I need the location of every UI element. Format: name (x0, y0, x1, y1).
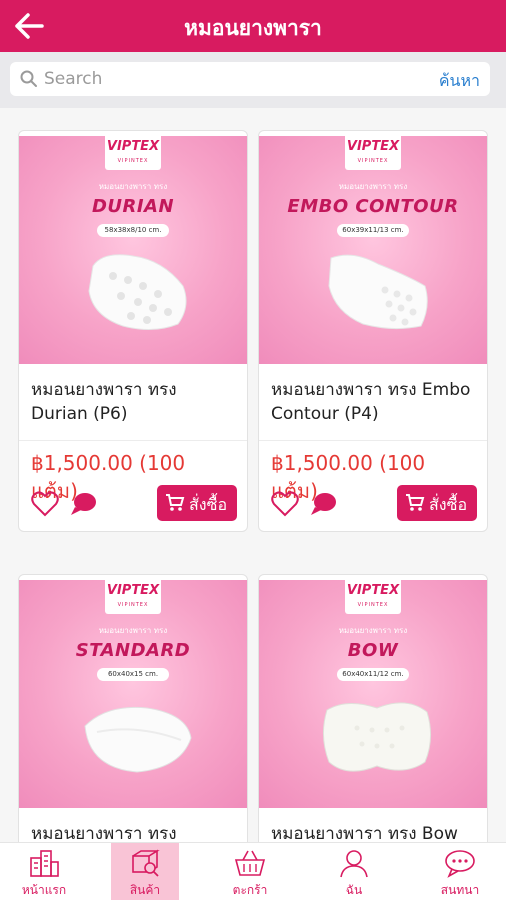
heart-icon[interactable] (31, 491, 59, 517)
app-header: หมอนยางพารา (0, 0, 506, 52)
image-model-name: EMBO CONTOUR (287, 196, 459, 217)
image-caption: หมอนยางพารา ทรง (338, 626, 408, 635)
product-card[interactable]: VIPTEX VIPINTEX หมอนยางพารา ทรง DURIAN 5… (18, 130, 248, 532)
brand-logo: VIPTEX VIPINTEX (105, 136, 161, 170)
product-name[interactable]: หมอนยางพารา ทรง Bow (259, 808, 487, 842)
card-actions: สั่งซื้อ (19, 485, 247, 531)
nav-chat[interactable]: สนทนา (426, 843, 494, 900)
heart-icon[interactable] (271, 491, 299, 517)
cart-icon (165, 493, 185, 513)
search-icon (20, 70, 38, 88)
nav-basket[interactable]: ตะกร้า (216, 843, 284, 900)
nav-products-label: สินค้า (129, 883, 161, 897)
nav-chat-label: สนทนา (440, 883, 480, 897)
image-size-label: 60x40x11/12 cm. (337, 668, 409, 681)
nav-home[interactable]: หน้าแรก (10, 843, 78, 900)
nav-home-label: หน้าแรก (21, 883, 67, 897)
image-model-name: DURIAN (91, 196, 175, 217)
product-image[interactable]: VIPTEX VIPINTEX หมอนยางพารา ทรง STANDARD… (19, 580, 247, 808)
brand-logo: VIPTEX VIPINTEX (105, 580, 161, 614)
product-name[interactable]: หมอนยางพารา ทรง Standard (19, 808, 247, 842)
product-grid: VIPTEX VIPINTEX หมอนยางพารา ทรง DURIAN 5… (0, 108, 506, 842)
pillow-illustration (84, 706, 192, 773)
image-caption: หมอนยางพารา ทรง (338, 182, 408, 191)
order-button[interactable]: สั่งซื้อ (157, 485, 237, 521)
image-size-label: 60x39x11/13 cm. (337, 224, 409, 237)
image-model-name: STANDARD (75, 640, 191, 661)
page-title: หมอนยางพารา (184, 16, 322, 40)
pillow-illustration (328, 254, 428, 330)
product-card[interactable]: VIPTEX VIPINTEX หมอนยางพารา ทรง BOW 60x4… (258, 574, 488, 842)
search-button[interactable]: ค้นหา (439, 69, 480, 94)
search-box: ค้นหา (10, 62, 490, 96)
chat-bubble-icon[interactable] (309, 491, 337, 517)
card-actions: สั่งซื้อ (259, 485, 487, 531)
chat-bubble-icon[interactable] (69, 491, 97, 517)
search-input[interactable] (44, 66, 424, 92)
product-image[interactable]: VIPTEX VIPINTEX หมอนยางพารา ทรง BOW 60x4… (259, 580, 487, 808)
product-image[interactable]: VIPTEX VIPINTEX หมอนยางพารา ทรง DURIAN 5… (19, 136, 247, 364)
pillow-illustration (88, 254, 187, 330)
product-price: ฿1,500.00 (100 แต้ม) (31, 451, 186, 503)
basket-icon (233, 848, 267, 878)
nav-me[interactable]: ฉัน (320, 843, 388, 900)
bottom-nav: หน้าแรก สินค้า ตะกร้า ฉัน สนทนา (0, 842, 506, 900)
product-card[interactable]: VIPTEX VIPINTEX หมอนยางพารา ทรง EMBO CON… (258, 130, 488, 532)
image-caption: หมอนยางพารา ทรง (98, 182, 168, 191)
nav-products[interactable]: สินค้า (111, 843, 179, 900)
order-button-label: สั่งซื้อ (189, 495, 228, 514)
product-price: ฿1,500.00 (100 แต้ม) (271, 451, 426, 503)
image-model-name: BOW (347, 640, 399, 661)
order-button[interactable]: สั่งซื้อ (397, 485, 477, 521)
nav-me-label: ฉัน (345, 883, 363, 897)
pillow-illustration (323, 702, 431, 772)
image-caption: หมอนยางพารา ทรง (98, 626, 168, 635)
buildings-icon (27, 848, 61, 878)
chat-icon (443, 848, 477, 878)
image-size-label: 58x38x8/10 cm. (97, 224, 169, 237)
product-name[interactable]: หมอนยางพารา ทรง Embo Contour (P4) (259, 364, 487, 440)
brand-logo: VIPTEX VIPINTEX (345, 580, 401, 614)
user-icon (337, 848, 371, 878)
search-bar: ค้นหา (0, 52, 506, 108)
image-size-label: 60x40x15 cm. (97, 668, 169, 681)
cart-icon (405, 493, 425, 513)
nav-basket-label: ตะกร้า (232, 883, 268, 897)
product-name[interactable]: หมอนยางพารา ทรง Durian (P6) (19, 364, 247, 440)
order-button-label: สั่งซื้อ (429, 495, 468, 514)
brand-logo: VIPTEX VIPINTEX (345, 136, 401, 170)
product-card[interactable]: VIPTEX VIPINTEX หมอนยางพารา ทรง STANDARD… (18, 574, 248, 842)
products-icon (128, 848, 162, 878)
product-image[interactable]: VIPTEX VIPINTEX หมอนยางพารา ทรง EMBO CON… (259, 136, 487, 364)
